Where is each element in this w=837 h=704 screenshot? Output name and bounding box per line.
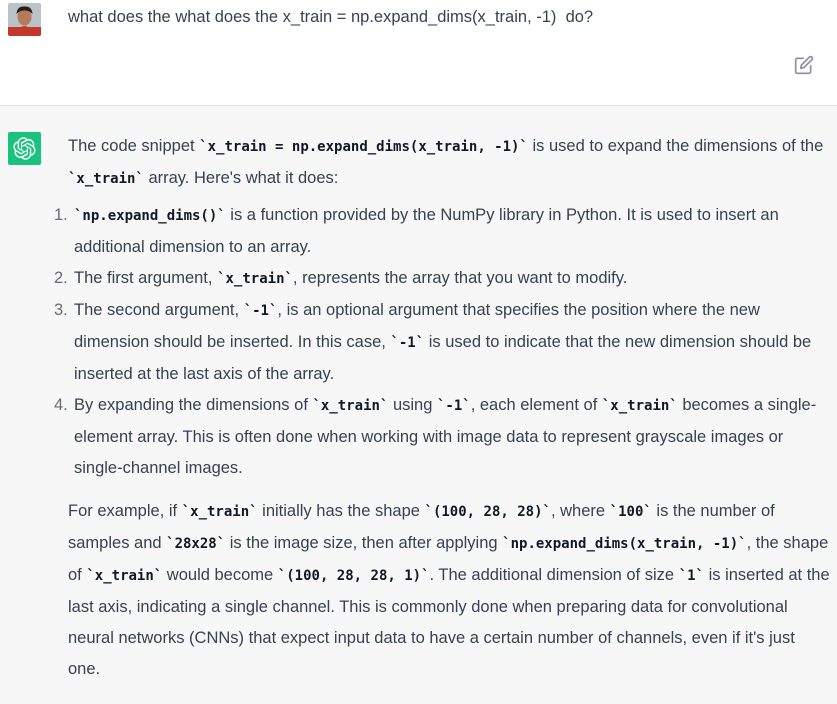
list-item: 4. By expanding the dimensions of `x_trai…: [54, 390, 830, 484]
inline-code: `-1`: [243, 303, 278, 319]
inline-code: `x_train`: [181, 504, 258, 520]
user-avatar: [8, 3, 41, 36]
openai-logo-icon: [8, 132, 41, 165]
intro-paragraph: The code snippet `x_train = np.expand_di…: [68, 131, 830, 195]
text-run: , where: [550, 502, 610, 520]
text-run: , represents the array that you want to …: [292, 269, 628, 287]
inline-code: `x_train`: [68, 171, 144, 187]
inline-code: `-1`: [390, 335, 425, 351]
assistant-message-row: The code snippet `x_train = np.expand_di…: [0, 106, 837, 704]
inline-code: `np.expand_dims()`: [74, 208, 226, 224]
text-run: initially has the shape: [257, 502, 425, 520]
list-number: 3.: [54, 301, 68, 319]
inline-code: `x_train`: [312, 398, 389, 414]
assistant-message-content: The code snippet `x_train = np.expand_di…: [54, 131, 830, 685]
text-run: would become: [162, 566, 278, 584]
inline-code: `x_train`: [601, 398, 678, 414]
list-number: 2.: [54, 269, 68, 287]
user-message-row: what does the what does the x_train = np…: [0, 0, 837, 106]
text-run: The second argument,: [74, 301, 244, 319]
text-run: The code snippet: [68, 137, 200, 155]
inline-code: `100`: [609, 504, 652, 520]
text-run: , each element of: [470, 396, 602, 414]
inline-code: `(100, 28, 28, 1)`: [277, 568, 430, 584]
text-run: By expanding the dimensions of: [74, 396, 313, 414]
text-run: The first argument,: [74, 269, 218, 287]
edit-icon[interactable]: [794, 55, 814, 75]
text-run: array. Here's what it does:: [143, 169, 339, 187]
inline-code: `28x28`: [166, 536, 226, 552]
text-run: For example, if: [68, 502, 182, 520]
text-run: is used to expand the dimensions of the: [527, 137, 824, 155]
inline-code: `(100, 28, 28)`: [424, 504, 551, 520]
list-number: 1.: [54, 206, 68, 224]
text-run: using: [388, 396, 437, 414]
inline-code: `np.expand_dims(x_train, -1)`: [502, 536, 747, 552]
list-number: 4.: [54, 396, 68, 414]
inline-code: `-1`: [436, 398, 471, 414]
inline-code: `1`: [678, 568, 704, 584]
explanation-list: 1. `np.expand_dims()` is a function provi…: [54, 200, 830, 484]
list-item: 3. The second argument, `-1`, is an optio…: [54, 295, 830, 390]
list-item: 1. `np.expand_dims()` is a function provi…: [54, 200, 830, 263]
text-run: is the image size, then after applying: [225, 534, 503, 552]
user-message-text: what does the what does the x_train = np…: [68, 8, 594, 26]
text-run: . The additional dimension of size: [429, 566, 679, 584]
inline-code: `x_train`: [86, 568, 163, 584]
inline-code: `x_train = np.expand_dims(x_train, -1)`: [199, 139, 528, 155]
list-item: 2. The first argument, `x_train`, represe…: [54, 263, 830, 295]
example-paragraph: For example, if `x_train` initially has …: [68, 496, 830, 685]
inline-code: `x_train`: [217, 271, 293, 287]
